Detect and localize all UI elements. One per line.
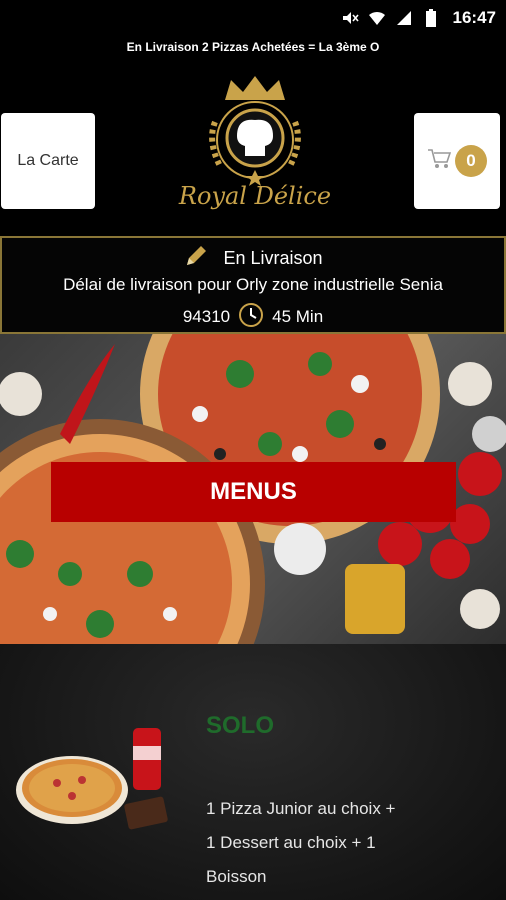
- signal-icon: [395, 9, 413, 27]
- menu-card-title: SOLO: [206, 712, 275, 739]
- battery-icon: [422, 9, 440, 27]
- delivery-duration: 45 Min: [272, 307, 324, 326]
- status-bar: 16:47: [0, 0, 506, 36]
- logo-text: Royal Délice: [178, 182, 332, 210]
- wifi-icon: [368, 9, 386, 27]
- menus-button[interactable]: MENUS: [51, 462, 456, 522]
- menu-card-solo[interactable]: SOLO 1 Pizza Junior au choix + 1 Dessert…: [0, 644, 506, 900]
- clock-icon: [238, 302, 264, 333]
- logo-emblem: [209, 76, 301, 186]
- delivery-mode: En Livraison: [223, 247, 323, 268]
- hero-banner: MENUS: [0, 334, 506, 644]
- promo-marquee: En Livraison 2 Pizzas Achetées = La 3ème…: [126, 40, 380, 54]
- solo-menu-image: [16, 728, 168, 830]
- menu-card-description: 1 Pizza Junior au choix + 1 Dessert au c…: [206, 799, 396, 886]
- delivery-zone-text: Délai de livraison pour Orly zone indust…: [63, 275, 443, 294]
- delivery-postcode: 94310: [182, 307, 231, 326]
- royal-delice-logo: Royal Délice: [165, 72, 345, 222]
- status-time: 16:47: [452, 8, 496, 27]
- header: La Carte Royal Délice 0: [0, 62, 506, 232]
- la-carte-button[interactable]: La Carte: [1, 113, 95, 209]
- cart-button[interactable]: 0: [414, 113, 500, 209]
- cart-count-badge: 0: [455, 145, 487, 177]
- cart-icon: [427, 148, 452, 175]
- mute-icon: [341, 9, 359, 27]
- pencil-icon[interactable]: [183, 243, 209, 274]
- delivery-info[interactable]: En Livraison Délai de livraison pour Orl…: [0, 236, 506, 334]
